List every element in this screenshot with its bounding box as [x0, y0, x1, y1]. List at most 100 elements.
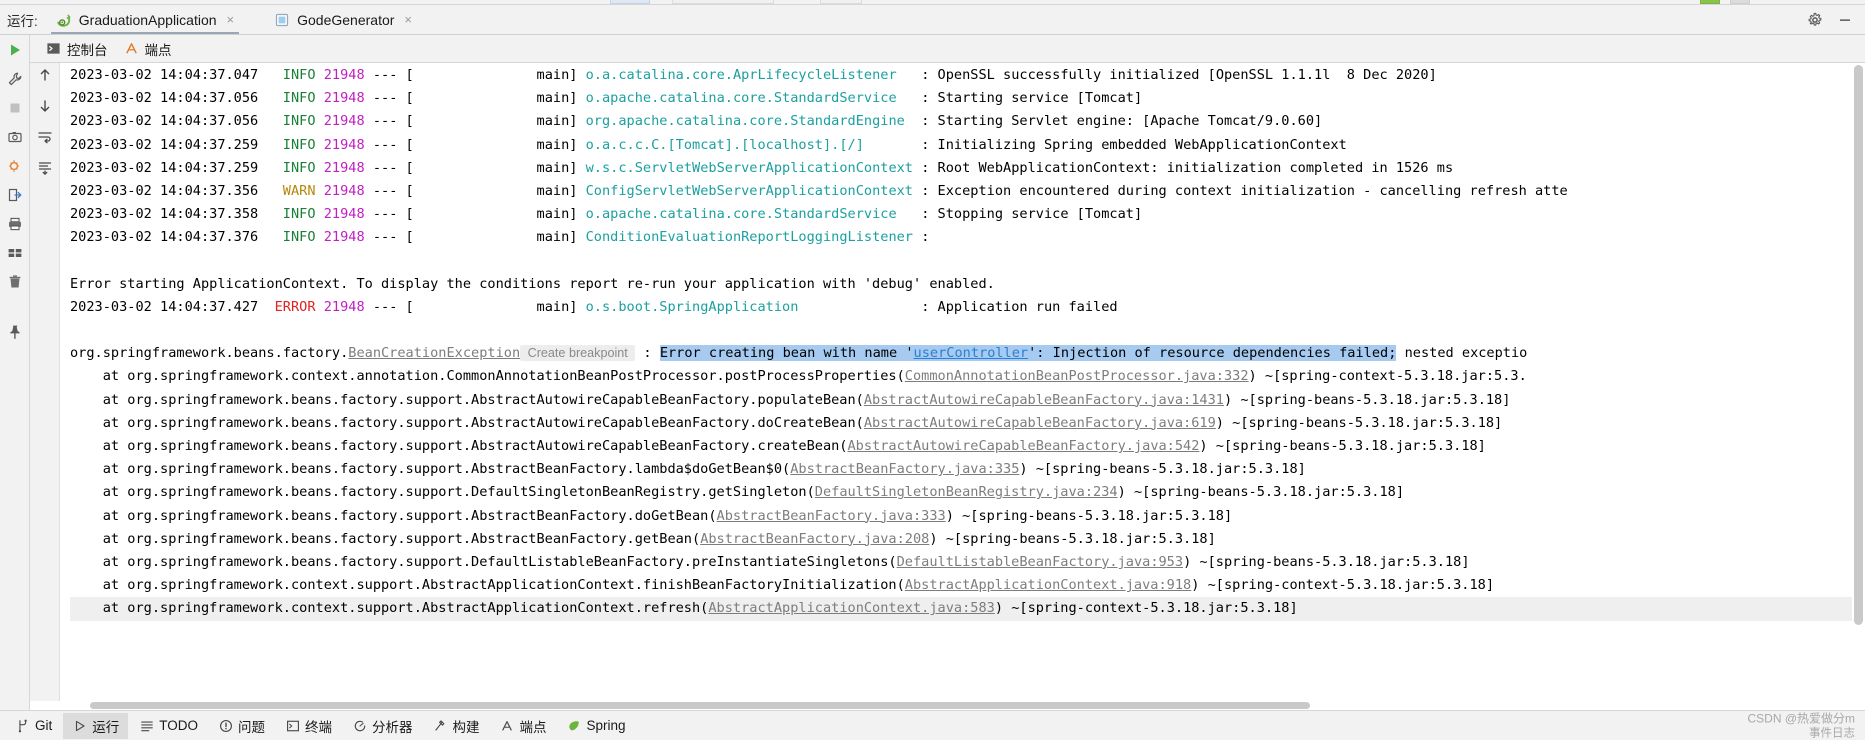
log-space: [316, 229, 324, 245]
layout-icon[interactable]: [6, 244, 24, 262]
stacktrace-file-link[interactable]: AbstractBeanFactory.java:333: [717, 508, 946, 524]
stacktrace-method: at org.springframework.context.support.A…: [70, 600, 709, 617]
scrollbar-thumb[interactable]: [90, 702, 1310, 709]
create-breakpoint-chip[interactable]: Create breakpoint: [520, 345, 636, 362]
stacktrace-file-link[interactable]: CommonAnnotationBeanPostProcessor.java:3…: [905, 368, 1249, 384]
console-tab-label: 端点: [144, 42, 172, 58]
log-message: : Starting service [Tomcat]: [921, 90, 1143, 107]
log-separator: --- [: [364, 136, 414, 153]
spring-boot-icon: [56, 12, 72, 28]
stacktrace-file-link[interactable]: AbstractApplicationContext.java:583: [708, 600, 994, 616]
log-timestamp: 2023-03-02 14:04:37.259: [70, 136, 275, 153]
log-timestamp: 2023-03-02 14:04:37.376: [70, 229, 275, 246]
console-tab-console[interactable]: 控制台: [42, 37, 120, 61]
stacktrace-method: at org.springframework.beans.factory.sup…: [70, 391, 864, 408]
stacktrace-file-link[interactable]: DefaultListableBeanFactory.java:953: [897, 554, 1183, 570]
console-horizontal-scrollbar[interactable]: [30, 701, 1865, 710]
print-icon[interactable]: [6, 215, 24, 233]
stacktrace-file-link[interactable]: DefaultSingletonBeanRegistry.java:234: [815, 484, 1118, 500]
scroll-down-icon[interactable]: [37, 98, 53, 117]
console-main: 2023-03-02 14:04:37.047 INFO 21948 --- […: [30, 63, 1865, 701]
scrollbar-thumb[interactable]: [1854, 65, 1863, 625]
stacktrace-file-link[interactable]: AbstractAutowireCapableBeanFactory.java:…: [864, 392, 1224, 408]
log-logger: o.a.catalina.core.AprLifecycleListener: [585, 67, 922, 83]
stacktrace-jar: ) ~[spring-beans-5.3.18.jar:5.3.18]: [1215, 414, 1503, 431]
log-line: 2023-03-02 14:04:37.356 WARN 21948 --- […: [70, 180, 1865, 203]
exit-icon[interactable]: [6, 186, 24, 204]
bean-name-link[interactable]: userController: [914, 345, 1029, 361]
run-icon[interactable]: [6, 41, 24, 59]
soft-wrap-icon[interactable]: [37, 129, 53, 148]
stacktrace-file-link[interactable]: AbstractApplicationContext.java:918: [905, 577, 1191, 593]
console-tab-endpoints[interactable]: 端点: [120, 37, 184, 61]
stacktrace-jar: ) ~[spring-context-5.3.18.jar:5.3.18]: [1191, 577, 1495, 594]
log-separator: --- [: [364, 206, 414, 223]
exception-class-link[interactable]: BeanCreationException: [348, 345, 520, 361]
log-message: : Starting Servlet engine: [Apache Tomca…: [921, 113, 1323, 130]
status-item-label: 端点: [519, 719, 547, 735]
stacktrace-method: at org.springframework.beans.factory.sup…: [70, 530, 701, 547]
selected-exception-message[interactable]: Error creating bean with name 'userContr…: [659, 345, 1397, 362]
toolbar-ghost-chip-e: [1730, 0, 1750, 4]
status-item-git[interactable]: Git: [6, 715, 61, 736]
pin-icon[interactable]: [6, 323, 24, 341]
close-icon[interactable]: ×: [227, 13, 235, 26]
console-tab-label: 控制台: [67, 42, 108, 58]
stacktrace-file-link[interactable]: AbstractBeanFactory.java:208: [700, 531, 929, 547]
status-item-profiler[interactable]: 分析器: [343, 713, 422, 739]
tab-graduation-application[interactable]: GraduationApplication ×: [47, 5, 243, 34]
log-space: [316, 137, 324, 153]
status-item-problems[interactable]: 问题: [209, 713, 274, 739]
tab-label: GodeGenerator: [297, 11, 395, 28]
gear-icon[interactable]: [1807, 12, 1823, 28]
stacktrace-jar: ) ~[spring-beans-5.3.18.jar:5.3.18]: [929, 530, 1216, 547]
log-thread: main]: [413, 67, 578, 83]
wrench-icon[interactable]: [6, 70, 24, 88]
toolbar-ghost-chip-c: [820, 0, 862, 4]
log-logger: o.a.c.c.C.[Tomcat].[localhost].[/]: [585, 136, 922, 153]
console-log-output[interactable]: 2023-03-02 14:04:37.047 INFO 21948 --- […: [60, 63, 1865, 701]
watermark-line-1: CSDN @热爱做分m: [1747, 710, 1855, 725]
scroll-to-end-icon[interactable]: [37, 160, 53, 179]
status-item-todo[interactable]: TODO: [130, 715, 207, 736]
log-line: at org.springframework.beans.factory.sup…: [70, 435, 1865, 458]
log-message: :: [921, 229, 930, 246]
status-item-build[interactable]: 构建: [424, 713, 489, 739]
log-line: Error starting ApplicationContext. To di…: [70, 273, 1865, 296]
status-item-run[interactable]: 运行: [63, 712, 129, 739]
log-space: [316, 113, 324, 129]
stacktrace-file-link[interactable]: AbstractAutowireCapableBeanFactory.java:…: [864, 415, 1216, 431]
status-bar: Git 运行 TODO 问题 终端 分析器 构建 端点 Spring CSDN …: [0, 710, 1865, 740]
log-message: : Application run failed: [921, 298, 1118, 315]
stacktrace-file-link[interactable]: AbstractBeanFactory.java:335: [790, 461, 1019, 477]
scroll-up-icon[interactable]: [37, 67, 53, 86]
status-item-endpoints[interactable]: 端点: [491, 713, 556, 739]
log-line: 2023-03-02 14:04:37.259 INFO 21948 --- […: [70, 134, 1865, 157]
log-logger: ConfigServletWebServerApplicationContext: [585, 182, 922, 199]
log-timestamp: 2023-03-02 14:04:37.427: [70, 298, 275, 315]
console-icon: [46, 41, 61, 56]
console-vertical-scrollbar[interactable]: [1852, 63, 1865, 701]
status-item-terminal[interactable]: 终端: [276, 713, 341, 739]
tab-gode-generator[interactable]: GodeGenerator ×: [265, 5, 421, 34]
log-line: at org.springframework.beans.factory.sup…: [70, 412, 1865, 435]
status-item-label: TODO: [159, 718, 199, 733]
trash-icon[interactable]: [6, 273, 24, 291]
log-space: [316, 183, 324, 199]
log-line: at org.springframework.beans.factory.sup…: [70, 551, 1865, 574]
status-item-spring[interactable]: Spring: [558, 715, 635, 736]
build-icon: [433, 718, 448, 733]
camera-icon[interactable]: [6, 128, 24, 146]
log-pid: 21948: [323, 136, 365, 153]
status-item-label: 构建: [452, 719, 480, 735]
close-icon[interactable]: ×: [404, 13, 412, 26]
bug-settings-icon[interactable]: [6, 157, 24, 175]
log-pid: 21948: [323, 113, 365, 130]
endpoints-icon: [500, 718, 515, 733]
stacktrace-file-link[interactable]: AbstractAutowireCapableBeanFactory.java:…: [848, 438, 1200, 454]
log-timestamp: 2023-03-02 14:04:37.358: [70, 206, 275, 223]
minimize-icon[interactable]: [1837, 12, 1853, 28]
run-icon: [72, 718, 87, 733]
stop-icon[interactable]: [6, 99, 24, 117]
